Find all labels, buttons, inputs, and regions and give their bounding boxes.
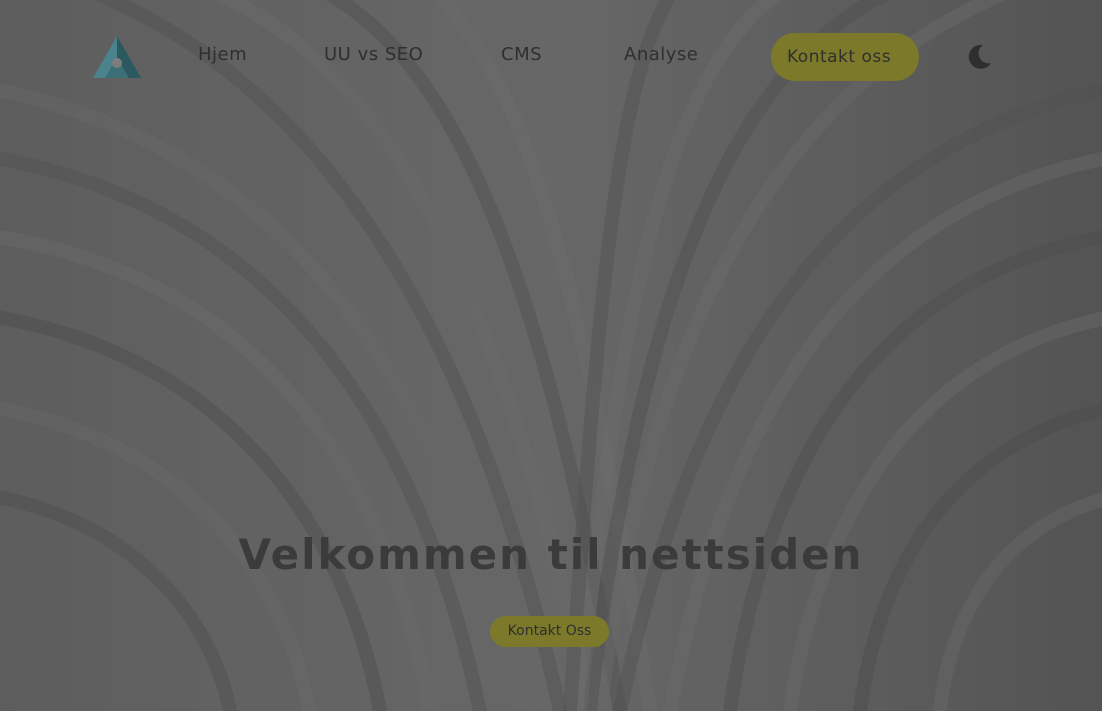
nav-item-uu-vs-seo[interactable]: UU vs SEO [324, 44, 423, 65]
moon-icon[interactable] [964, 42, 994, 72]
site-header: Hjem UU vs SEO CMS Analyse Kontakt oss [0, 0, 1102, 114]
hero-contact-button[interactable]: Kontakt Oss [490, 616, 609, 647]
page: Hjem UU vs SEO CMS Analyse Kontakt oss V… [0, 0, 1102, 711]
nav-item-analyse[interactable]: Analyse [624, 44, 698, 65]
nav-item-hjem[interactable]: Hjem [198, 44, 247, 65]
nav-item-cms[interactable]: CMS [501, 44, 542, 65]
logo-icon[interactable] [90, 33, 144, 81]
hero-title: Velkommen til nettsiden [238, 530, 864, 579]
contact-button[interactable]: Kontakt oss [771, 33, 919, 81]
